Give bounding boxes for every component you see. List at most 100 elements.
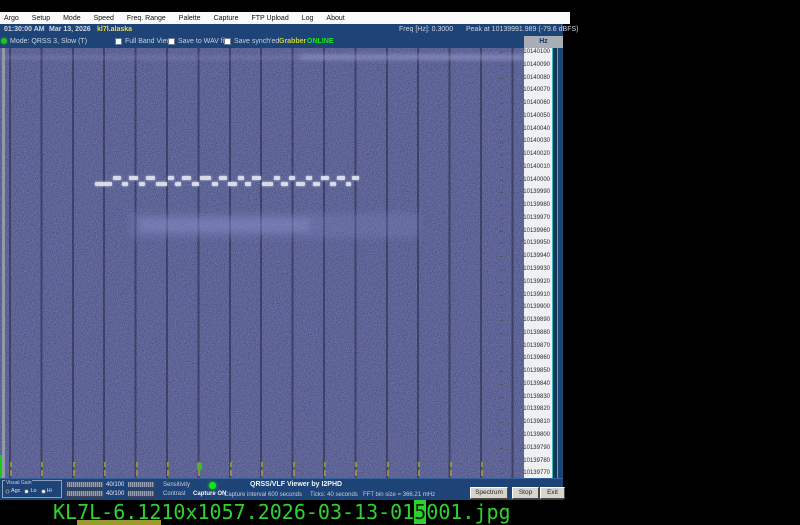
freq-scale-label: 10139850	[523, 368, 550, 375]
menu-item-capture[interactable]: Capture	[210, 15, 248, 22]
qrss-trace-dash	[156, 182, 167, 186]
hi-radio[interactable]: Hi	[41, 488, 52, 494]
spectrum-button[interactable]: Spectrum	[470, 487, 508, 499]
freq-scale-label: 10139900	[523, 304, 550, 311]
clock-date: Mar 13, 2026	[49, 26, 91, 33]
freq-scale-label: 10139960	[523, 228, 550, 235]
fuzzy-signal-core	[140, 218, 310, 232]
freq-scale-label: 10139830	[523, 394, 550, 401]
qrss-trace-dash	[95, 182, 112, 186]
menu-item-setup[interactable]: Setup	[28, 15, 59, 22]
hi-radio-label: Hi	[47, 488, 52, 494]
progress-strip	[2, 48, 5, 478]
time-tick	[355, 462, 357, 476]
qrss-trace-dash	[122, 182, 128, 186]
freq-scale-label: 10139950	[523, 240, 550, 247]
menu-item-about[interactable]: About	[322, 15, 353, 22]
freq-scale-label: 10139990	[523, 189, 550, 196]
freq-scale-scrollbar[interactable]	[552, 48, 558, 478]
menu-item-argo[interactable]: Argo	[0, 15, 28, 22]
agc-radio[interactable]: Agc	[5, 488, 20, 494]
save-synched-checkbox[interactable]	[224, 38, 231, 45]
save-wav-label: Save to WAV file	[178, 38, 230, 45]
progress-ball-icon	[1, 38, 7, 44]
contrast-label: Contrast	[163, 491, 186, 497]
qrss-trace-dash	[168, 176, 174, 180]
freq-scale-label: 10139810	[523, 419, 550, 426]
save-wav-checkbox[interactable]	[168, 38, 175, 45]
app-credit: QRSS/VLF Viewer by I2PHD	[250, 481, 342, 488]
menu-bar: ArgoSetupModeSpeedFreq. RangePaletteCapt…	[0, 12, 570, 24]
visual-gain-radios: Agc Lo Hi	[5, 488, 52, 494]
ticks-info: Ticks: 40 seconds	[310, 492, 358, 498]
qrss-trace-dash	[212, 182, 218, 186]
frequency-scale: Hz 1014010010140090101400801014007010140…	[524, 36, 563, 500]
qrss-trace-dash	[274, 176, 280, 180]
time-tick	[261, 462, 263, 476]
qrss-trace-dash	[200, 176, 211, 180]
freq-scale-label: 10140010	[523, 164, 550, 171]
stop-button[interactable]: Stop	[512, 487, 539, 499]
agc-radio-circle[interactable]	[5, 489, 10, 494]
time-tick	[481, 462, 483, 476]
qrss-trace-dash	[313, 182, 320, 186]
qrss-trace-dash	[330, 182, 336, 186]
freq-scale-label: 10140020	[523, 151, 550, 158]
freq-scale-label: 10139890	[523, 317, 550, 324]
qrss-trace-dash	[346, 182, 351, 186]
time-tick	[136, 462, 138, 476]
qrss-trace-dash	[337, 176, 345, 180]
freq-scale-label: 10140070	[523, 87, 550, 94]
qrss-trace-dash	[192, 182, 199, 186]
lo-radio[interactable]: Lo	[24, 488, 36, 494]
exit-button[interactable]: Exit	[540, 487, 565, 499]
segment-stripes	[0, 48, 524, 478]
visual-gain-group: Visual Gain Agc Lo Hi	[2, 480, 62, 498]
qrss-trace-dash	[113, 176, 121, 180]
menu-item-log[interactable]: Log	[298, 15, 323, 22]
hi-radio-circle[interactable]	[41, 489, 46, 494]
qrss-trace-dash	[228, 182, 237, 186]
time-tick	[230, 462, 232, 476]
save-synched-label: Save synch'ed	[234, 38, 279, 45]
qrss-trace-dash	[129, 176, 138, 180]
capture-interval: Capture interval 600 seconds	[224, 492, 302, 498]
freq-scale-label: 10139910	[523, 292, 550, 299]
contrast-slider[interactable]	[66, 490, 104, 497]
freq-scale-label: 10139780	[523, 458, 550, 465]
menu-item-ftp-upload[interactable]: FTP Upload	[247, 15, 297, 22]
grabber-label: Grabber	[279, 38, 306, 45]
menu-item-speed[interactable]: Speed	[90, 15, 123, 22]
qrss-trace-dash	[281, 182, 288, 186]
clock-time: 01:30:00 AM	[4, 26, 45, 33]
lo-radio-circle[interactable]	[24, 489, 29, 494]
time-tick	[418, 462, 420, 476]
qrss-trace-dash	[306, 176, 312, 180]
freq-scale-label: 10140100	[523, 49, 550, 56]
menu-item-freq-range[interactable]: Freq. Range	[123, 15, 175, 22]
qrss-trace-dash	[262, 182, 273, 186]
waterfall[interactable]	[0, 48, 524, 478]
time-tick	[324, 462, 326, 476]
sensitivity-slider[interactable]	[66, 481, 104, 488]
freq-scale-label: 10139940	[523, 253, 550, 260]
station-callsign: kl7l.alaska	[97, 26, 132, 33]
time-tick	[104, 462, 106, 476]
contrast-fine-slider[interactable]	[127, 490, 155, 497]
filename-suffix: 001.jpg	[426, 500, 510, 524]
qrss-trace-dash	[182, 176, 191, 180]
freq-scale-label: 10139870	[523, 343, 550, 350]
menu-item-palette[interactable]: Palette	[175, 15, 210, 22]
sensitivity-fine-slider[interactable]	[127, 481, 155, 488]
freq-scale-label: 10139820	[523, 406, 550, 413]
freq-scale-label: 10139930	[523, 266, 550, 273]
visual-gain-title: Visual Gain	[5, 480, 32, 486]
menu-item-mode[interactable]: Mode	[59, 15, 90, 22]
freq-scale-label: 10139840	[523, 381, 550, 388]
sensitivity-label: Sensitivity	[163, 482, 190, 488]
time-tick	[198, 462, 200, 476]
time-tick	[73, 462, 75, 476]
terminal-cursor: 5	[414, 500, 426, 524]
full-band-view-checkbox[interactable]	[115, 38, 122, 45]
freq-scale-label: 10139790	[523, 445, 550, 452]
